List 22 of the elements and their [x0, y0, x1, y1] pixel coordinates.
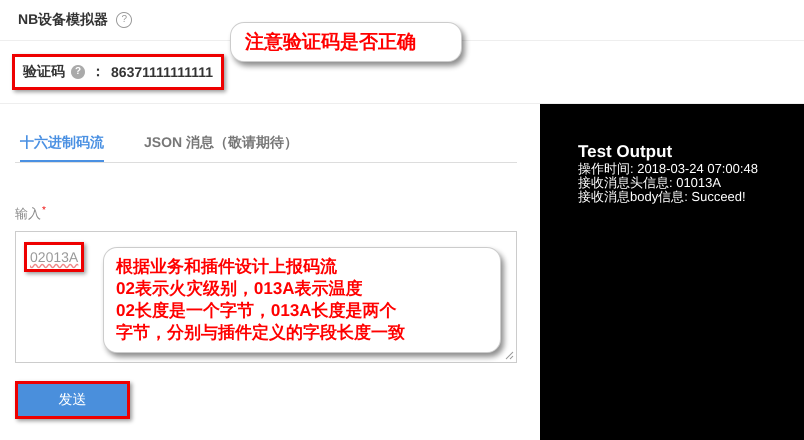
tab[interactable]: 十六进制码流 — [20, 134, 104, 162]
captcha-label: 验证码 — [23, 63, 65, 81]
callout-text: 02表示火灾级别，013A表示温度 — [116, 278, 364, 300]
output-title: Test Output — [578, 142, 674, 162]
help-icon[interactable]: ? — [71, 65, 85, 79]
resize-grip-icon[interactable] — [504, 350, 514, 360]
help-icon[interactable]: ? — [116, 12, 132, 28]
callout-text: 注意验证码是否正确 — [245, 30, 417, 55]
captcha-value: 86371111111111 — [111, 64, 214, 80]
output-line: 接收消息头信息: 01013A — [578, 176, 722, 190]
separator: ： — [91, 63, 105, 81]
tab[interactable]: JSON 消息（敬请期待） — [144, 134, 298, 162]
field-label: 输入 — [15, 205, 41, 223]
input-value: 02013A — [24, 242, 84, 272]
callout-text: 字节，分别与插件定义的字段长度一致 — [116, 322, 406, 344]
send-button[interactable]: 发送 — [15, 381, 130, 419]
required-mark: * — [42, 205, 46, 218]
output-line: 操作时间: 2018-03-24 07:00:48 — [578, 162, 759, 176]
callout-text: 02长度是一个字节，013A长度是两个 — [116, 300, 398, 322]
output-line: 接收消息body信息: Succeed! — [578, 190, 747, 204]
callout-text: 根据业务和插件设计上报码流 — [116, 256, 338, 278]
page-title: NB设备模拟器 — [18, 11, 108, 29]
